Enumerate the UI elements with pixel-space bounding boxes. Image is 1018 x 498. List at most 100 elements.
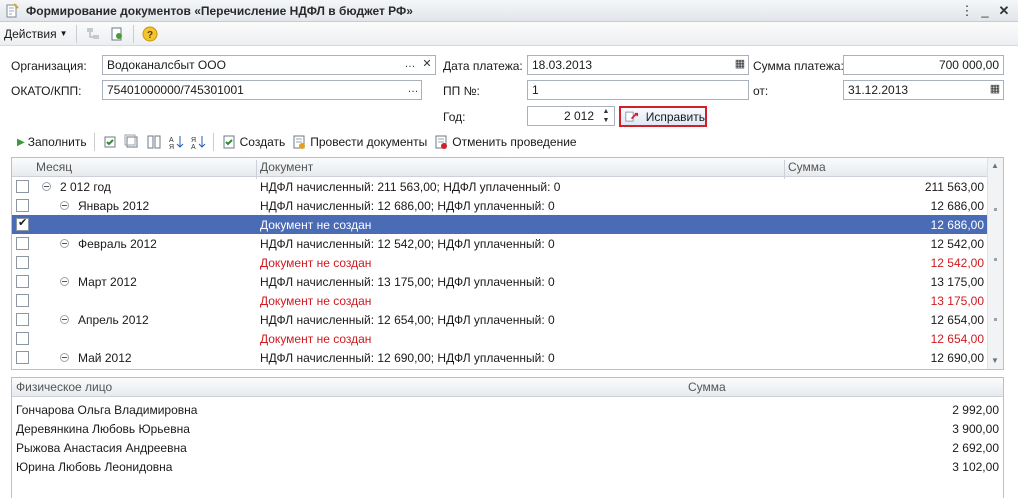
check-all-button[interactable] <box>99 132 121 152</box>
calendar-icon[interactable]: ▦ <box>987 81 1003 99</box>
table-row[interactable]: Гончарова Ольга Владимировна 2 992,00 <box>12 400 1003 419</box>
table-row[interactable]: Документ не создан 13 175,00 <box>12 291 988 310</box>
close-icon[interactable]: ✕ <box>995 2 1013 20</box>
year-stepper-icon[interactable]: ▲ ▼ <box>598 107 614 125</box>
row-checkbox[interactable] <box>16 237 29 250</box>
table-row[interactable]: Рыжова Анастасия Андреевна 2 692,00 <box>12 438 1003 457</box>
menu-dots-icon[interactable]: ⋮ <box>958 2 976 20</box>
collapse-icon[interactable] <box>42 182 51 191</box>
collapse-icon[interactable] <box>60 353 69 362</box>
create-document-icon <box>223 135 235 149</box>
dropdown-arrow-icon: ▼ <box>59 29 68 38</box>
clear-icon[interactable]: ✕ <box>419 56 435 74</box>
sort-asc-button[interactable]: АЯ <box>165 132 187 152</box>
month-cell: 2 012 год <box>60 180 111 194</box>
scroll-down-icon[interactable]: ▼ <box>991 356 999 365</box>
payment-amount-label: Сумма платежа: <box>753 59 844 73</box>
sum-column-header[interactable]: Сумма <box>788 160 826 174</box>
sort-ascending-icon: АЯ <box>169 136 183 150</box>
from-date-field[interactable]: 31.12.2013 ▦ <box>843 80 1004 100</box>
fill-button[interactable]: ▶ Заполнить <box>14 132 90 152</box>
table-row[interactable]: 2 012 год НДФЛ начисленный: 211 563,00; … <box>12 177 988 196</box>
row-checkbox[interactable] <box>16 351 29 364</box>
row-checkbox[interactable] <box>16 216 29 231</box>
sort-desc-button[interactable]: ЯА <box>187 132 209 152</box>
collapse-icon[interactable] <box>60 277 69 286</box>
payment-date-field[interactable]: 18.03.2013 ▦ <box>527 55 749 75</box>
table-row-selected[interactable]: Документ не создан 12 686,00 <box>12 215 988 234</box>
structure-button[interactable] <box>81 24 105 44</box>
sum-cell: 12 654,00 <box>930 313 984 327</box>
sum-cell: 13 175,00 <box>930 275 984 289</box>
create-label: Создать <box>239 135 286 149</box>
uncheck-all-button[interactable] <box>121 132 143 152</box>
cancel-posting-button[interactable]: Отменить проведение <box>430 132 579 152</box>
okato-field[interactable]: 75401000000/745301001 … <box>102 80 422 100</box>
ellipsis-icon[interactable]: … <box>402 56 418 74</box>
sum-cell: 12 542,00 <box>930 256 984 270</box>
collapse-icon[interactable] <box>60 239 69 248</box>
month-column-header[interactable]: Месяц <box>36 160 72 174</box>
year-label: Год: <box>443 110 466 124</box>
row-checkbox[interactable] <box>16 332 29 345</box>
pp-number-field[interactable]: 1 <box>527 80 749 100</box>
document-cell: Документ не создан <box>260 256 372 270</box>
table-row[interactable]: Январь 2012 НДФЛ начисленный: 12 686,00;… <box>12 196 988 215</box>
calendar-icon[interactable]: ▦ <box>732 56 748 74</box>
vertical-scrollbar[interactable]: ▲ ▼ <box>987 158 1003 369</box>
sort-descending-icon: ЯА <box>191 136 205 150</box>
actions-menu-button[interactable]: Действия ▼ <box>0 24 72 44</box>
fix-button[interactable]: Исправить <box>619 106 707 127</box>
app-document-icon <box>4 2 20 19</box>
payment-amount-field[interactable]: 700 000,00 <box>843 55 1004 75</box>
table-row[interactable]: Документ не создан 12 654,00 <box>12 329 988 348</box>
help-button[interactable]: ? <box>138 24 162 44</box>
document-cell: НДФЛ начисленный: 13 175,00; НДФЛ уплаче… <box>260 275 555 289</box>
sum-cell: 12 654,00 <box>930 332 984 346</box>
ellipsis-icon[interactable]: … <box>405 81 421 99</box>
table-row[interactable]: Май 2012 НДФЛ начисленный: 12 690,00; НД… <box>12 348 988 367</box>
row-checkbox[interactable] <box>16 199 29 212</box>
person-name-cell: Деревянкина Любовь Юрьевна <box>16 422 190 436</box>
cancel-posting-icon <box>435 135 448 149</box>
sum-cell: 12 542,00 <box>930 237 984 251</box>
scroll-up-icon[interactable]: ▲ <box>991 161 999 170</box>
row-checkbox[interactable] <box>16 313 29 326</box>
scroll-grip <box>994 208 997 211</box>
table-row[interactable]: Деревянкина Любовь Юрьевна 3 900,00 <box>12 419 1003 438</box>
document-column-header[interactable]: Документ <box>260 160 313 174</box>
svg-text:А: А <box>191 144 196 150</box>
payment-date-value: 18.03.2013 <box>532 58 593 72</box>
create-button[interactable]: Создать <box>218 132 289 152</box>
fill-label: Заполнить <box>27 135 87 149</box>
year-field[interactable]: 2 012 ▲ ▼ <box>527 106 615 126</box>
cancel-posting-label: Отменить проведение <box>452 135 577 149</box>
fix-button-label: Исправить <box>645 109 705 124</box>
collapse-icon[interactable] <box>60 315 69 324</box>
payment-date-label: Дата платежа: <box>443 59 523 73</box>
row-checkbox[interactable] <box>16 275 29 288</box>
sum-column-header[interactable]: Сумма <box>688 380 726 394</box>
row-checkbox[interactable] <box>16 256 29 269</box>
person-column-header[interactable]: Физическое лицо <box>16 380 112 394</box>
actions-label: Действия <box>4 26 57 41</box>
table-row[interactable]: Февраль 2012 НДФЛ начисленный: 12 542,00… <box>12 234 988 253</box>
month-cell: Апрель 2012 <box>78 313 149 327</box>
table-row[interactable]: Документ не создан 12 542,00 <box>12 253 988 272</box>
post-documents-label: Провести документы <box>310 135 428 149</box>
row-checkbox[interactable] <box>16 180 29 193</box>
svg-text:Я: Я <box>169 144 174 150</box>
sum-cell: 3 900,00 <box>952 422 999 436</box>
collapse-icon[interactable] <box>60 201 69 210</box>
table-row[interactable]: Апрель 2012 НДФЛ начисленный: 12 654,00;… <box>12 310 988 329</box>
row-checkbox[interactable] <box>16 294 29 307</box>
post-documents-button[interactable]: Провести документы <box>288 132 430 152</box>
report-button[interactable] <box>105 24 129 44</box>
minimize-icon[interactable]: _ <box>976 2 994 20</box>
expand-button[interactable] <box>143 132 165 152</box>
organization-field[interactable]: Водоканалсбыт ООО … ✕ <box>102 55 436 75</box>
svg-text:А: А <box>169 137 174 144</box>
table-row[interactable]: Март 2012 НДФЛ начисленный: 13 175,00; Н… <box>12 272 988 291</box>
okato-value: 75401000000/745301001 <box>107 83 244 97</box>
table-row[interactable]: Юрина Любовь Леонидовна 3 102,00 <box>12 457 1003 476</box>
